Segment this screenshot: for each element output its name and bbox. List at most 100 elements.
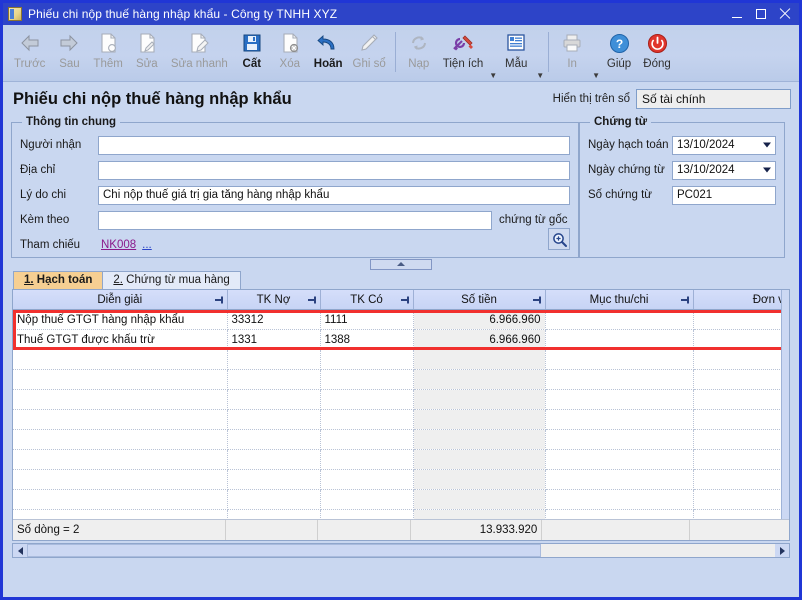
cell-muc-thu-chi[interactable] — [545, 309, 694, 330]
field-row-tham-chieu: Tham chiếu NK008 ... — [20, 234, 570, 256]
collapse-up-icon[interactable] — [370, 258, 432, 270]
grid-vertical-scroll-strip[interactable] — [781, 290, 789, 540]
field-row-dia-chi: Địa chỉ — [20, 159, 570, 181]
reference-link[interactable]: NK008 — [101, 239, 136, 251]
voucher-group: Chứng từ Ngày hạch toán 13/10/2024 Ngày … — [579, 116, 785, 258]
magnifier-plus-icon[interactable] — [548, 228, 570, 250]
cell-so-tien[interactable]: 6.966.960 — [413, 329, 546, 350]
table-row[interactable]: Nộp thuế GTGT hàng nhập khẩu 33312 1111 … — [13, 309, 789, 330]
toolbar-button-xoa[interactable]: Xóa — [271, 28, 309, 80]
accounting-grid[interactable]: Diễn giải TK Nợ TK Có Số tiền Mục thu/ch… — [12, 289, 790, 541]
horizontal-scrollbar[interactable] — [12, 543, 790, 558]
main-toolbar: Trước Sau Thêm Sửa Sửa nhanh Cất Xóa Hoã… — [3, 25, 799, 82]
show-on-book-field[interactable]: Số tài chính — [636, 89, 791, 109]
column-header-tk-co[interactable]: TK Có — [320, 290, 414, 310]
toolbar-button-mau[interactable]: Mẫu — [497, 28, 535, 80]
input-ly-do-chi[interactable]: Chi nộp thuế giá trị gia tăng hàng nhập … — [98, 185, 570, 205]
scrollbar-track[interactable] — [541, 544, 775, 557]
footer-total-amount: 13.933.920 — [411, 520, 543, 540]
input-so-chung-tu[interactable]: PC021 — [672, 185, 776, 205]
chevron-down-icon[interactable]: ▼ — [592, 51, 600, 80]
cell-tk-co[interactable]: 1388 — [320, 329, 414, 350]
splitter-area — [3, 258, 799, 270]
column-header-don-vi[interactable]: Đơn vị — [693, 290, 789, 310]
table-row-empty[interactable] — [13, 469, 789, 490]
reference-more-link[interactable]: ... — [142, 239, 152, 251]
toolbar-button-them[interactable]: Thêm — [88, 28, 127, 80]
input-kem-theo[interactable] — [98, 210, 492, 230]
label-ngay-chung-tu: Ngày chứng từ — [588, 164, 665, 176]
toolbar-label: Trước — [14, 58, 46, 70]
toolbar-button-sua[interactable]: Sửa — [128, 28, 166, 80]
chevron-down-icon[interactable]: ▼ — [536, 51, 544, 80]
table-row-empty[interactable] — [13, 389, 789, 410]
tab-number: 1. — [24, 274, 34, 286]
table-row-empty[interactable] — [13, 429, 789, 450]
cell-so-tien[interactable]: 6.966.960 — [413, 309, 546, 330]
cell-dien-giai[interactable]: Nộp thuế GTGT hàng nhập khẩu — [13, 309, 228, 330]
document-add-icon — [97, 30, 119, 56]
tab-chung-tu-mua-hang[interactable]: 2. Chứng từ mua hàng — [102, 271, 241, 289]
table-row[interactable]: Thuế GTGT được khấu trừ 1331 1388 6.966.… — [13, 329, 789, 350]
toolbar-label: Tiện ích — [442, 58, 484, 70]
input-nguoi-nhan[interactable] — [98, 135, 570, 155]
input-ngay-hach-toan[interactable]: 13/10/2024 — [672, 135, 776, 155]
field-row-kem-theo: Kèm theo chứng từ gốc — [20, 209, 570, 231]
toolbar-button-truoc[interactable]: Trước — [9, 28, 50, 80]
close-button[interactable] — [773, 4, 797, 24]
toolbar-button-ghi-so[interactable]: Ghi sổ — [348, 28, 391, 80]
toolbar-button-sua-nhanh[interactable]: Sửa nhanh — [166, 28, 233, 80]
toolbar-label: Sửa nhanh — [170, 58, 228, 70]
cell-tk-co[interactable]: 1111 — [320, 309, 414, 330]
input-dia-chi[interactable] — [98, 160, 570, 180]
toolbar-label: Thêm — [93, 58, 123, 70]
cell-tk-no[interactable]: 1331 — [227, 329, 321, 350]
toolbar-button-hoan[interactable]: Hoãn — [309, 28, 348, 80]
toolbar-label: Giúp — [606, 58, 632, 70]
label-kem-theo: Kèm theo — [20, 214, 70, 226]
input-ngay-chung-tu[interactable]: 13/10/2024 — [672, 160, 776, 180]
grid-body: Nộp thuế GTGT hàng nhập khẩu 33312 1111 … — [13, 309, 789, 540]
cell-tk-no[interactable]: 33312 — [227, 309, 321, 330]
pen-icon — [358, 30, 380, 56]
cell-dien-giai[interactable]: Thuế GTGT được khấu trừ — [13, 329, 228, 350]
chevron-down-icon[interactable]: ▼ — [489, 51, 497, 80]
toolbar-label: Hoãn — [313, 58, 343, 70]
label-so-chung-tu: Số chứng từ — [588, 189, 652, 201]
toolbar-button-cat[interactable]: Cất — [233, 28, 271, 80]
cell-muc-thu-chi[interactable] — [545, 329, 694, 350]
column-header-dien-giai[interactable]: Diễn giải — [13, 290, 228, 310]
field-row-nguoi-nhan: Người nhận — [20, 134, 570, 156]
svg-text:?: ? — [615, 37, 622, 51]
toolbar-button-giup[interactable]: ? Giúp — [600, 28, 638, 80]
refresh-icon — [408, 30, 430, 56]
table-row-empty[interactable] — [13, 369, 789, 390]
scroll-left-arrow-icon[interactable] — [13, 544, 27, 557]
toolbar-button-dong[interactable]: Đóng — [638, 28, 676, 80]
chevron-down-icon[interactable] — [763, 142, 771, 148]
show-on-book-label: Hiển thị trên sổ — [552, 93, 630, 105]
toolbar-label: Đóng — [643, 58, 671, 70]
column-header-so-tien[interactable]: Số tiền — [413, 290, 546, 310]
table-row-empty[interactable] — [13, 449, 789, 470]
column-header-tk-no[interactable]: TK Nợ — [227, 290, 321, 310]
toolbar-button-tien-ich[interactable]: Tiện ích — [438, 28, 488, 80]
scroll-right-arrow-icon[interactable] — [775, 544, 789, 557]
toolbar-button-in[interactable]: In — [553, 28, 591, 80]
table-row-empty[interactable] — [13, 349, 789, 370]
minimize-button[interactable] — [725, 4, 749, 24]
cell-don-vi[interactable] — [693, 329, 789, 350]
cell-don-vi[interactable] — [693, 309, 789, 330]
scrollbar-thumb[interactable] — [27, 544, 541, 557]
tab-hach-toan[interactable]: 1. Hạch toán — [13, 271, 104, 289]
column-header-muc-thu-chi[interactable]: Mục thu/chi — [545, 290, 694, 310]
field-row-ngay-hach-toan: Ngày hạch toán 13/10/2024 — [588, 134, 776, 156]
toolbar-button-nap[interactable]: Nạp — [400, 28, 438, 80]
label-nguoi-nhan: Người nhận — [20, 139, 82, 151]
chevron-down-icon[interactable] — [763, 167, 771, 173]
table-row-empty[interactable] — [13, 489, 789, 510]
toolbar-button-sau[interactable]: Sau — [50, 28, 88, 80]
maximize-button[interactable] — [749, 4, 773, 24]
save-floppy-icon — [242, 30, 262, 56]
table-row-empty[interactable] — [13, 409, 789, 430]
